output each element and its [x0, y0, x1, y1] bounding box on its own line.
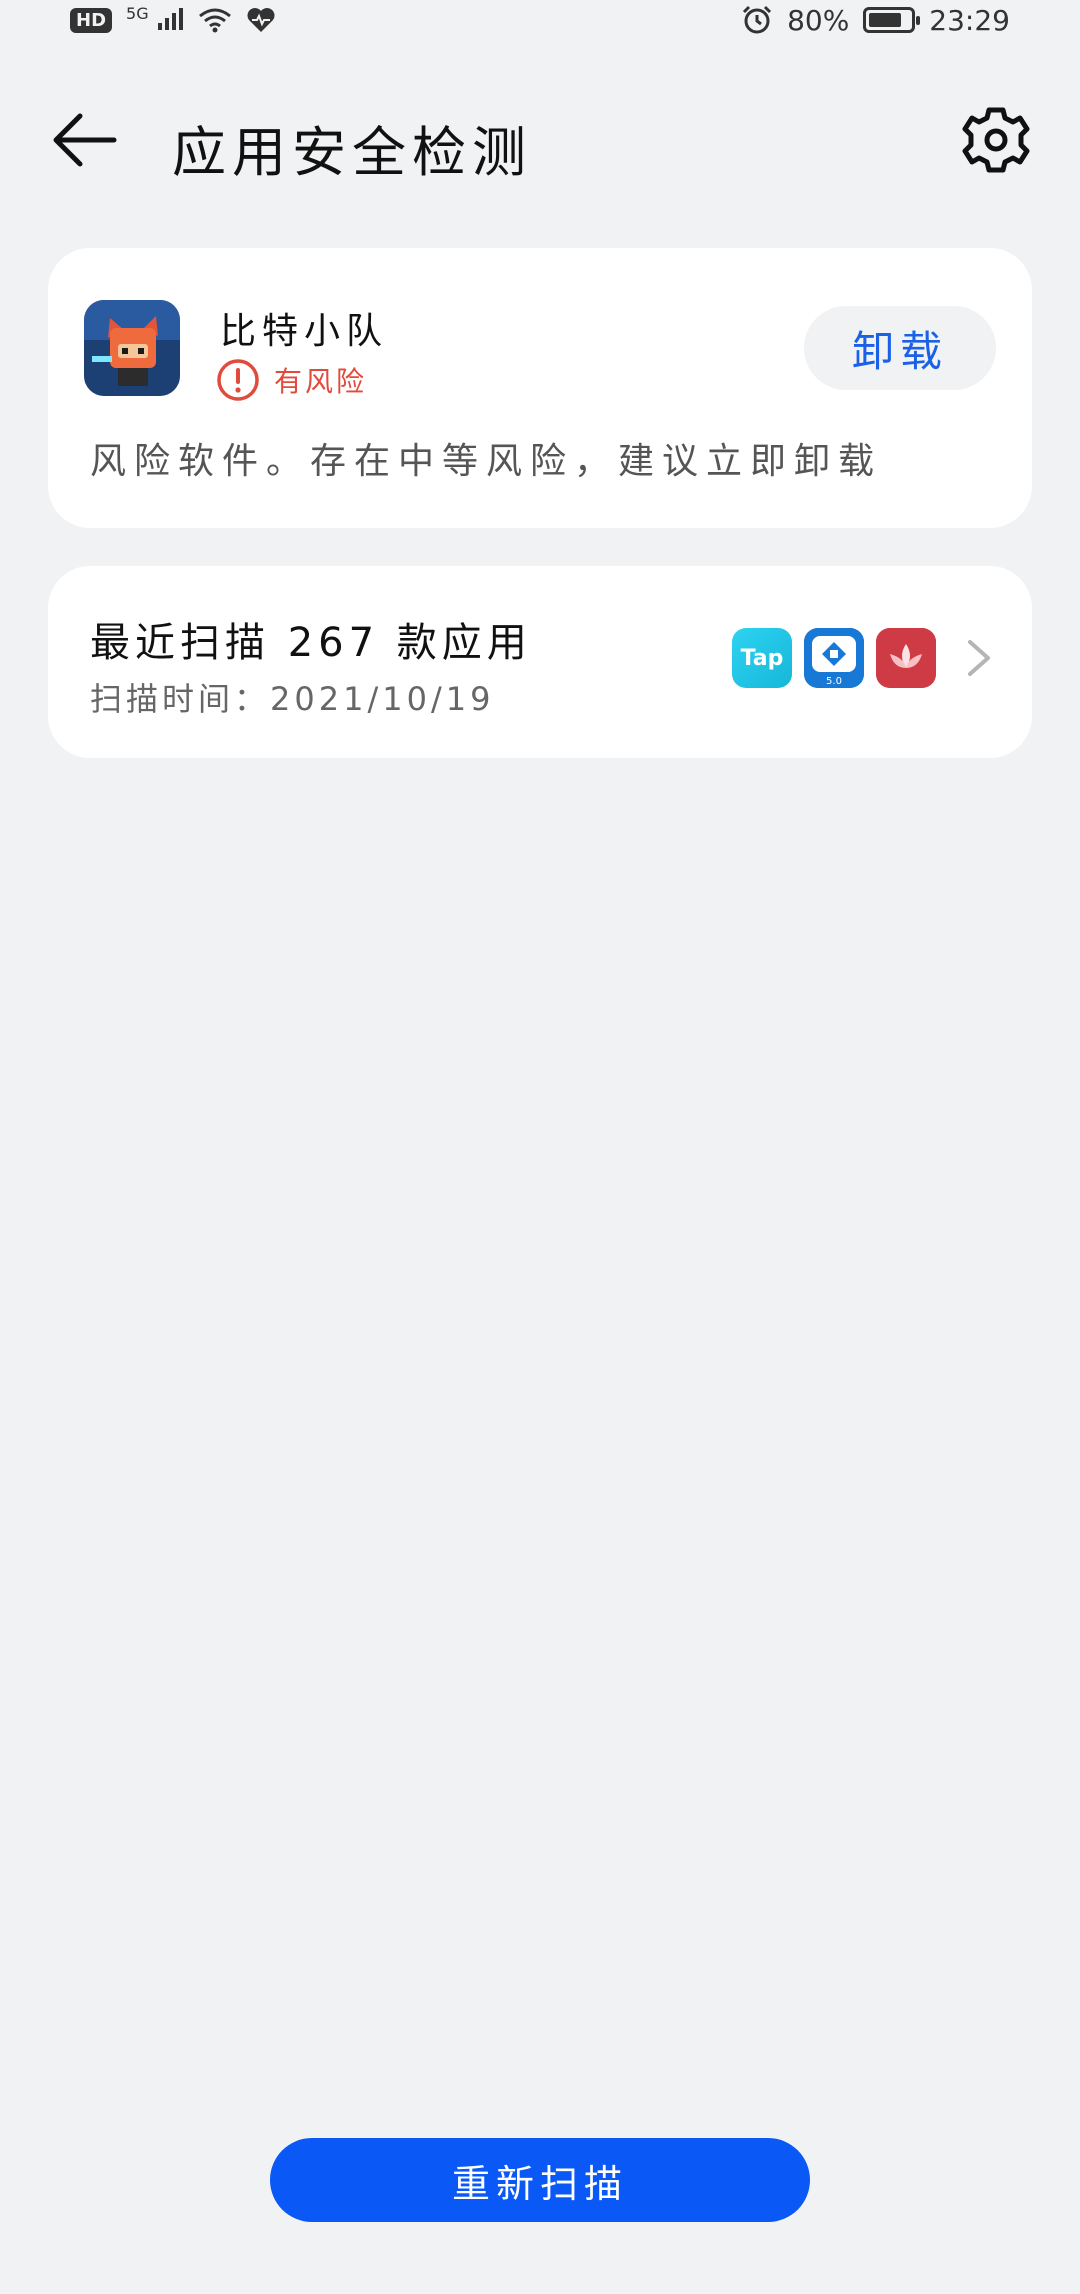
- lotus-app-icon: [876, 628, 936, 688]
- warning-icon: [217, 359, 259, 401]
- app-security-scan-screen: HD 5G 80% 23:29 应用安全检测 比特小队 有风险 卸载 风险软件。…: [0, 0, 1080, 2294]
- arrow-left-icon: [53, 113, 117, 167]
- alarm-icon: [743, 5, 772, 34]
- ccb-logo-icon: 5.0: [804, 628, 864, 688]
- app-name: 比特小队: [220, 311, 389, 352]
- header: 应用安全检测: [0, 90, 1080, 190]
- status-left: HD 5G: [70, 4, 276, 37]
- wifi-icon: [198, 8, 231, 33]
- scan-summary-card[interactable]: 最近扫描 267 款应用 扫描时间：2021/10/19 Tap 5.0: [48, 566, 1032, 758]
- risk-status: 有风险: [216, 358, 367, 402]
- rescan-button[interactable]: 重新扫描: [270, 2138, 810, 2222]
- scan-time: 扫描时间：2021/10/19: [90, 680, 495, 718]
- status-right: 80% 23:29: [741, 4, 1010, 37]
- gear-icon: [962, 107, 1030, 173]
- battery-icon: [863, 7, 921, 33]
- signal-bars-icon: [157, 7, 183, 30]
- clock: 23:29: [929, 3, 1010, 37]
- page-title: 应用安全检测: [172, 121, 532, 184]
- chevron-right-icon: [968, 640, 990, 676]
- risk-app-card: 比特小队 有风险 卸载 风险软件。存在中等风险，建议立即卸载: [48, 248, 1032, 528]
- battery-percent: 80%: [787, 3, 850, 37]
- app-icon[interactable]: [84, 300, 180, 396]
- health-heart-icon: [247, 8, 274, 33]
- network-type: 5G: [126, 3, 149, 23]
- status-bar: HD 5G 80% 23:29: [0, 0, 1080, 40]
- uninstall-button[interactable]: 卸载: [804, 306, 996, 390]
- back-button[interactable]: [50, 110, 120, 170]
- ccb-bank-app-icon: 5.0: [804, 628, 864, 688]
- soul-knight-character-icon: [84, 300, 180, 396]
- hd-badge: HD: [70, 7, 113, 33]
- signal-icon: 5G: [126, 4, 183, 37]
- risk-status-label: 有风险: [274, 365, 368, 398]
- taptap-app-icon: Tap: [732, 628, 792, 688]
- settings-button[interactable]: [960, 104, 1032, 176]
- risk-description: 风险软件。存在中等风险，建议立即卸载: [90, 441, 883, 482]
- ccb-version-label: 5.0: [826, 676, 842, 687]
- lotus-icon: [876, 628, 936, 688]
- battery-fill: [869, 13, 902, 27]
- scan-summary-title: 最近扫描 267 款应用: [90, 620, 532, 666]
